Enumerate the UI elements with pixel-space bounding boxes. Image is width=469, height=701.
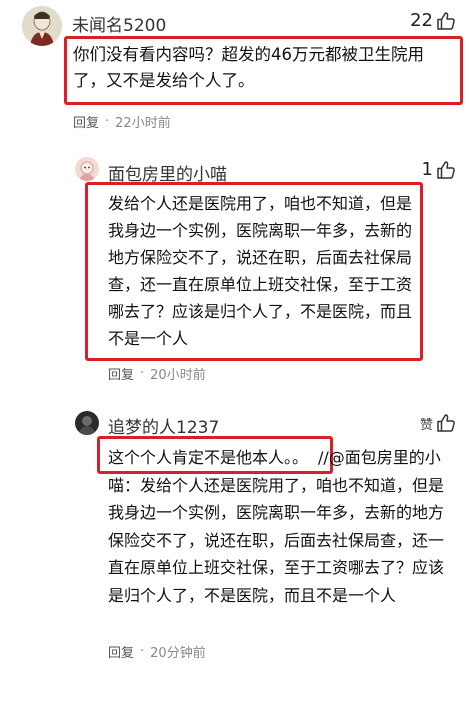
comment-meta: 回复 · 22小时前 — [73, 112, 171, 131]
avatar[interactable] — [75, 157, 99, 181]
separator-dot: · — [105, 114, 110, 129]
like-button[interactable]: 赞 — [420, 413, 456, 433]
comment-meta: 回复 · 20小时前 — [108, 364, 206, 383]
timestamp: 20分钟前 — [150, 646, 206, 661]
thumbs-up-icon — [436, 160, 456, 180]
comment-text: 发给个人还是医院用了，咱也不知道，但是我身边一个实例，医院离职一年多，去新的地方… — [108, 194, 413, 348]
like-button[interactable]: 22 — [410, 10, 456, 31]
reply-button[interactable]: 回复 — [108, 364, 134, 383]
username[interactable]: 未闻名5200 — [72, 11, 166, 36]
timestamp: 22小时前 — [115, 116, 171, 131]
like-count: 1 — [421, 159, 433, 180]
like-label: 赞 — [419, 417, 433, 433]
comment-meta: 回复 · 20分钟前 — [108, 642, 206, 661]
avatar[interactable] — [75, 411, 99, 435]
separator-dot: · — [140, 644, 145, 659]
reply-button[interactable]: 回复 — [73, 112, 99, 131]
separator-dot: · — [140, 366, 145, 381]
comment-text: 你们没有看内容吗？超发的46万元都被卫生院用了，又不是发给个人了。 — [73, 45, 424, 90]
like-button[interactable]: 1 — [422, 159, 456, 180]
thumbs-up-icon — [436, 413, 456, 433]
comment-text: 这个个人肯定不是他本人。。//@面包房里的小喵：发给个人还是医院用了，咱也不知道… — [108, 444, 458, 609]
reply-button[interactable]: 回复 — [108, 642, 134, 661]
timestamp: 20小时前 — [150, 368, 206, 383]
highlighted-text: 这个个人肯定不是他本人。。 — [108, 448, 309, 467]
username[interactable]: 追梦的人1237 — [108, 413, 219, 438]
like-count: 22 — [410, 10, 433, 31]
thumbs-up-icon — [436, 11, 456, 31]
avatar[interactable] — [22, 6, 62, 46]
quoted-text: //@面包房里的小喵：发给个人还是医院用了，咱也不知道，但是我身边一个实例，医院… — [108, 448, 445, 605]
